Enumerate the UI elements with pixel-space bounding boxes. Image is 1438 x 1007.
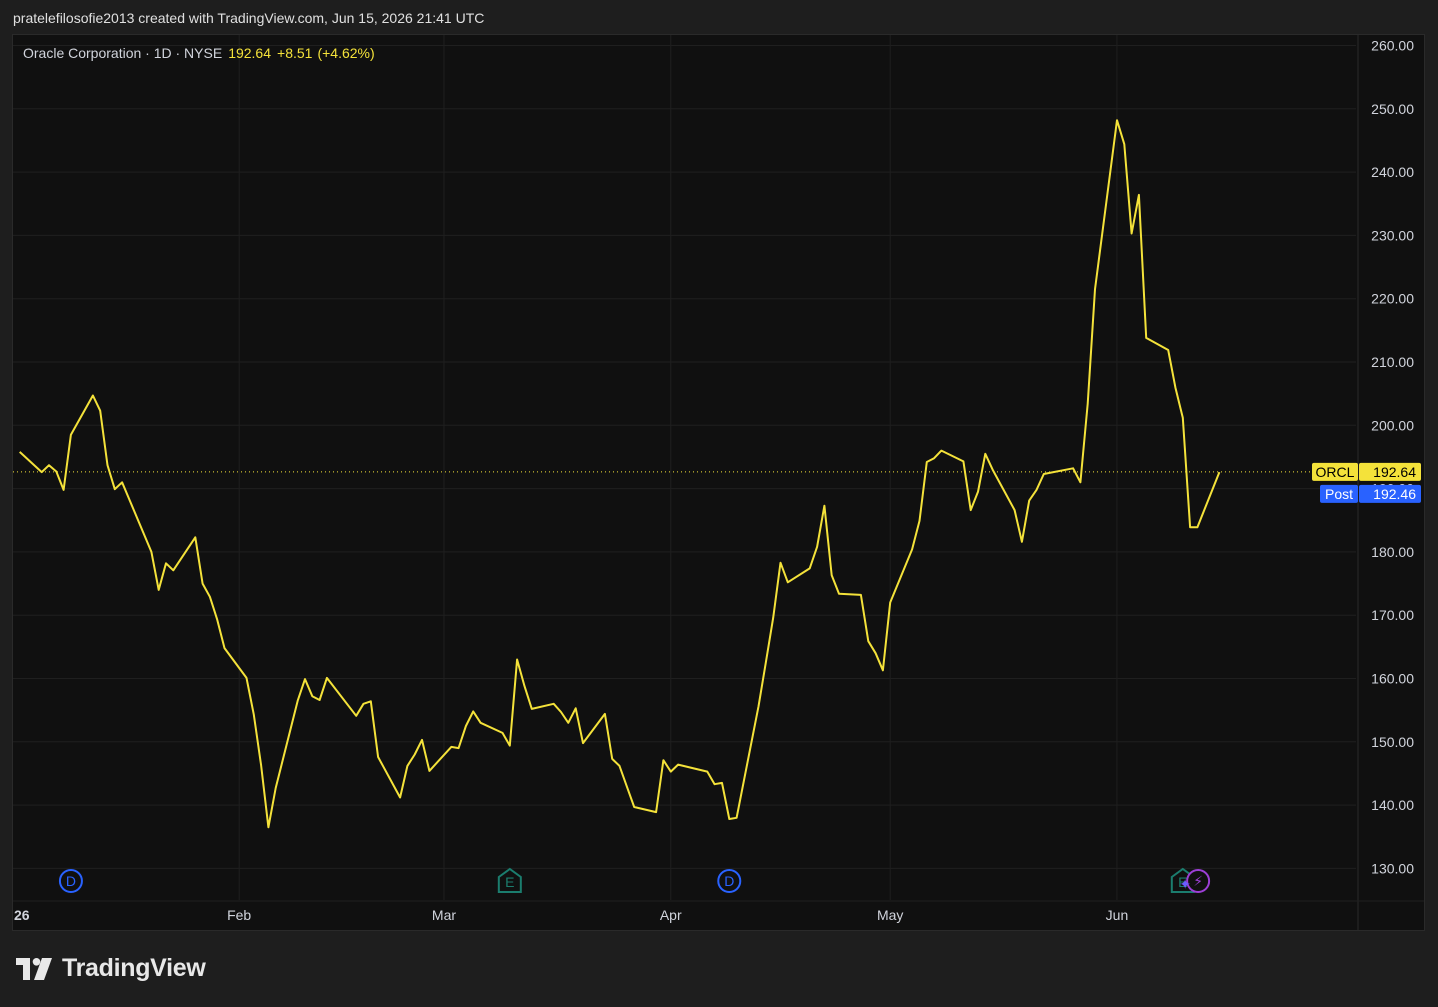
post-market-tag: Post 192.46 [1320, 484, 1421, 503]
last-price-value: 192.64 [1373, 464, 1416, 480]
post-value: 192.46 [1373, 486, 1416, 502]
dividend-marker-letter: D [724, 873, 734, 889]
x-tick-label: 26 [14, 907, 30, 923]
tradingview-brand: TradingView [62, 954, 206, 982]
y-tick-label: 210.00 [1371, 354, 1414, 370]
y-tick-label: 220.00 [1371, 291, 1414, 307]
y-tick-label: 150.00 [1371, 734, 1414, 750]
post-tag-label: Post [1325, 486, 1353, 502]
price-chart[interactable]: 260.00 250.00 240.00 230.00 220.00 210.00 200.… [0, 0, 1438, 1007]
dividend-marker-icon[interactable]: D [58, 869, 83, 893]
price-change-percent: (+4.62%) [317, 45, 375, 61]
dividend-marker-icon[interactable]: D [717, 869, 742, 893]
last-price-tag: ORCL 192.64 [1312, 462, 1421, 481]
x-tick-label: May [877, 907, 903, 923]
x-tick-label: Feb [227, 907, 251, 923]
symbol-description: Oracle Corporation · 1D · NYSE [23, 45, 223, 61]
y-tick-label: 250.00 [1371, 101, 1414, 117]
price-change: +8.51 [277, 45, 313, 61]
x-tick-label: Jun [1106, 907, 1129, 923]
y-tick-label: 230.00 [1371, 227, 1414, 243]
y-tick-label: 200.00 [1371, 417, 1414, 433]
y-tick-label: 170.00 [1371, 607, 1414, 623]
y-tick-label: 130.00 [1371, 860, 1414, 876]
sparkle-icon: ✦ [1179, 877, 1191, 893]
y-tick-label: 260.00 [1371, 38, 1414, 54]
y-tick-label: 160.00 [1371, 671, 1414, 687]
price-line-orcl [19, 119, 1221, 829]
x-tick-label: Apr [660, 907, 682, 923]
y-tick-label: 180.00 [1371, 544, 1414, 560]
y-tick-label: 240.00 [1371, 164, 1414, 180]
last-price-tag-label: ORCL [1316, 464, 1355, 480]
symbol-legend[interactable]: Oracle Corporation · 1D · NYSE 192.64 +8.5… [23, 45, 375, 61]
last-price: 192.64 [228, 45, 272, 61]
dividend-marker-letter: D [66, 873, 76, 889]
earnings-marker-icon[interactable]: E [497, 867, 522, 893]
earnings-marker-letter: E [505, 874, 514, 890]
y-tick-label: 140.00 [1371, 797, 1414, 813]
tradingview-logo[interactable]: TradingView [16, 954, 206, 983]
split-marker-letter: ⚡ [1193, 874, 1203, 890]
x-tick-label: Mar [432, 907, 456, 923]
tradingview-logo-icon [16, 957, 52, 980]
